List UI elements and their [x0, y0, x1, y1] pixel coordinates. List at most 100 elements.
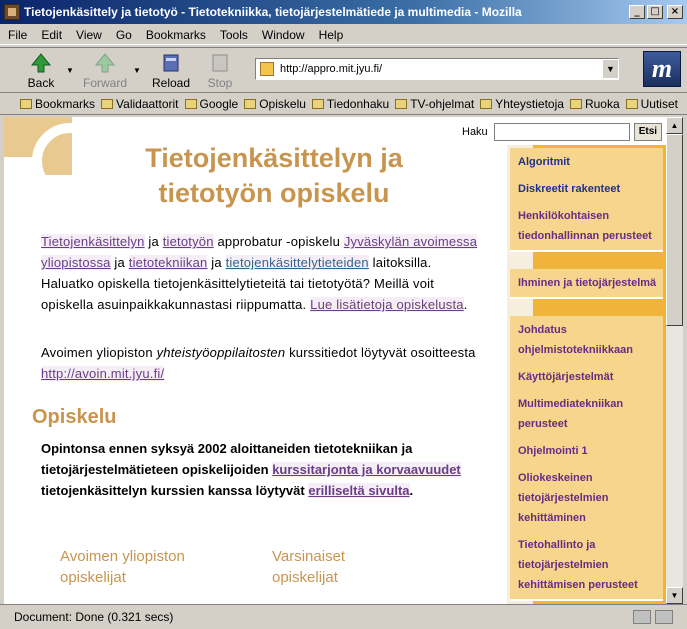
reload-icon	[163, 54, 179, 72]
link-tietotyon[interactable]: tietotyön	[162, 234, 214, 249]
partner-text: kurssitiedot löytyvät osoitteesta	[285, 345, 476, 360]
forward-dropdown-icon[interactable]: ▼	[133, 66, 143, 76]
bookmark-label: Bookmarks	[35, 96, 96, 111]
scroll-thumb[interactable]	[666, 134, 683, 326]
close-button[interactable]: ×	[667, 5, 683, 19]
bookmark-uutiset[interactable]: Uutiset	[625, 97, 678, 111]
back-dropdown-icon[interactable]: ▼	[66, 66, 76, 76]
vertical-scrollbar[interactable]: ▲ ▼	[666, 117, 683, 604]
back-button[interactable]: Back	[18, 52, 64, 92]
link-erillinen-sivu[interactable]: erilliseltä sivulta	[308, 483, 410, 498]
opiskelu-paragraph: Opintonsa ennen syksyä 2002 aloittaneide…	[41, 438, 491, 501]
folder-icon	[480, 98, 493, 109]
back-label: Back	[27, 76, 55, 90]
intro-text: ja	[207, 255, 226, 270]
mozilla-app-icon	[4, 4, 20, 20]
bookmark-label: Yhteystietoja	[495, 96, 564, 111]
sidebar-item-multimedia[interactable]: Multimediatekniikan perusteet	[510, 390, 663, 440]
sidebar-item-oliokeskeinen[interactable]: Oliokeskeinen tietojärjestelmien kehittä…	[510, 464, 663, 534]
menu-view[interactable]: View	[76, 28, 102, 42]
intro-text: ja	[110, 255, 129, 270]
reload-label: Reload	[151, 76, 191, 90]
url-history-dropdown-icon[interactable]: ▼	[602, 60, 618, 78]
column-title-avoimen: Avoimen yliopiston opiskelijat	[60, 548, 185, 586]
window-title: Tietojenkäsittely ja tietotyö - Tietotek…	[24, 5, 522, 19]
stop-icon	[212, 54, 228, 72]
stop-button[interactable]: Stop	[197, 52, 243, 92]
scroll-down-icon[interactable]: ▼	[666, 587, 683, 604]
folder-icon	[625, 98, 638, 109]
folder-icon	[101, 98, 114, 109]
sidebar-item-ohjelmointi[interactable]: Ohjelmointi 1	[510, 437, 663, 467]
bookmark-tiedonhaku[interactable]: Tiedonhaku	[311, 97, 389, 111]
link-lue-lisatietoja[interactable]: Lue lisätietoja opiskelusta	[310, 297, 464, 312]
folder-icon	[311, 98, 324, 109]
bookmark-tv-ohjelmat[interactable]: TV-ohjelmat	[395, 97, 474, 111]
sidebar-item-henkilokohtaisen[interactable]: Henkilökohtaisen tiedonhallinnan peruste…	[510, 202, 663, 252]
sidebar-item-johdatus[interactable]: Johdatus ohjelmistotekniikkaan	[510, 316, 663, 366]
forward-button[interactable]: Forward	[82, 52, 128, 92]
status-text: Document: Done (0.321 secs)	[14, 610, 174, 624]
partner-emphasis: yhteistyöoppilaitosten	[156, 345, 286, 360]
menu-edit[interactable]: Edit	[41, 28, 62, 42]
url-bar[interactable]: http://appro.mit.jyu.fi/ ▼	[255, 58, 619, 80]
intro-paragraph: Tietojenkäsittelyn ja tietotyön approbat…	[41, 231, 481, 315]
status-bar: Document: Done (0.321 secs)	[0, 604, 687, 629]
link-avoin-mit[interactable]: http://avoin.mit.jyu.fi/	[41, 366, 165, 381]
forward-label: Forward	[82, 76, 127, 90]
intro-text: .	[463, 297, 468, 312]
url-text[interactable]: http://appro.mit.jyu.fi/	[280, 63, 602, 75]
bookmark-validaattorit[interactable]: Validaattorit	[101, 96, 179, 111]
link-tietojenkasittelyn[interactable]: Tietojenkäsittelyn	[41, 234, 145, 249]
menu-bar: File Edit View Go Bookmarks Tools Window…	[0, 25, 687, 45]
page-title-line1: Tietojenkäsittelyn ja	[145, 143, 403, 173]
search-input[interactable]	[493, 123, 630, 141]
sidebar-item-ihminen[interactable]: Ihminen ja tietojärjestelmä	[510, 269, 663, 299]
reload-button[interactable]: Reload	[148, 52, 194, 92]
opiskelu-text: tietojenkäsittelyn kurssien kanssa löyty…	[41, 483, 309, 498]
menu-window[interactable]: Window	[262, 28, 305, 42]
bookmark-yhteystietoja[interactable]: Yhteystietoja	[480, 97, 564, 111]
intro-text: approbatur -opiskelu	[213, 234, 344, 249]
link-tietojenkasittelytieteiden[interactable]: tietojenkäsittelytieteiden	[225, 255, 369, 270]
minimize-button[interactable]: _	[629, 5, 645, 19]
search-form: Haku Etsi	[462, 123, 663, 141]
folder-icon	[569, 98, 582, 109]
column-title-varsinaiset: Varsinaiset opiskelijat	[272, 548, 346, 586]
folder-icon	[184, 98, 197, 109]
bookmark-bookmarks[interactable]: Bookmarks	[20, 97, 95, 111]
bookmark-google[interactable]: Google	[184, 97, 238, 111]
search-button[interactable]: Etsi	[633, 123, 663, 141]
menu-help[interactable]: Help	[319, 28, 344, 42]
bookmark-label: TV-ohjelmat	[410, 96, 475, 111]
stop-label: Stop	[207, 76, 233, 90]
mozilla-throbber-icon[interactable]: m	[643, 51, 681, 87]
menu-file[interactable]: File	[8, 28, 27, 42]
bookmark-ruoka[interactable]: Ruoka	[569, 97, 620, 111]
security-lock-icon[interactable]	[655, 610, 673, 624]
bookmark-opiskelu[interactable]: Opiskelu	[244, 97, 306, 111]
page-title: Tietojenkäsittelyn ja tietotyön opiskelu	[94, 141, 454, 211]
scroll-up-icon[interactable]: ▲	[666, 117, 683, 134]
sidebar-item-algoritmit[interactable]: Algoritmit	[510, 148, 663, 178]
menu-go[interactable]: Go	[116, 28, 132, 42]
opiskelu-text: .	[409, 483, 414, 498]
section-title-opiskelu: Opiskelu	[32, 406, 117, 428]
online-status-icon[interactable]	[633, 610, 651, 624]
page-title-line2: tietotyön opiskelu	[158, 178, 390, 208]
bookmarks-icon	[20, 98, 32, 109]
link-kurssitarjonta[interactable]: kurssitarjonta ja korvaavuudet	[272, 462, 461, 477]
sidebar-item-tietohallinto[interactable]: Tietohallinto ja tietojärjestelmien kehi…	[510, 531, 663, 601]
maximize-button[interactable]: □	[647, 5, 663, 19]
search-label: Haku	[462, 126, 488, 138]
menu-bookmarks[interactable]: Bookmarks	[146, 28, 206, 42]
menu-tools[interactable]: Tools	[220, 28, 248, 42]
link-tietotekniikan[interactable]: tietotekniikan	[128, 255, 208, 270]
sidebar-item-diskreetit[interactable]: Diskreetit rakenteet	[510, 175, 663, 205]
intro-text: ja	[144, 234, 163, 249]
page-content: Tietojenkäsittelyn ja tietotyön opiskelu…	[4, 117, 666, 604]
title-bar: Tietojenkäsittely ja tietotyö - Tietotek…	[0, 0, 687, 24]
sidebar-item-kayttojarjestelmat[interactable]: Käyttöjärjestelmät	[510, 363, 663, 393]
course-sidebar: Algoritmit Diskreetit rakenteet Henkilök…	[507, 145, 666, 604]
bookmark-label: Validaattorit	[116, 96, 179, 111]
